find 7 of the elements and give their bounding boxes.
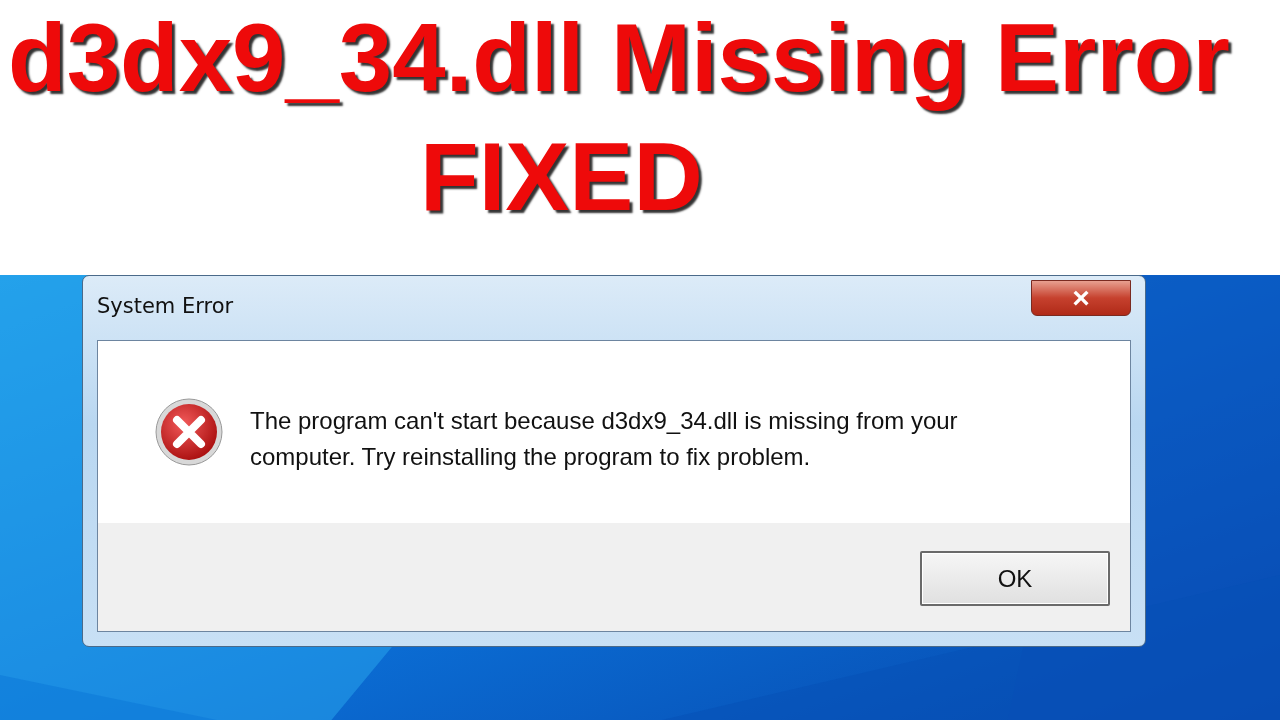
close-button[interactable]: × [1031,280,1131,316]
error-icon [154,397,224,467]
error-message: The program can't start because d3dx9_34.dll is missing from your computer. Try reinstalling the program to fix problem. [250,406,959,472]
headline: d3dx9_34.dll Missing Error [8,3,1231,113]
ok-button[interactable]: OK [920,551,1110,606]
headline: FIXED [420,122,704,233]
window-title: System Error [97,294,234,318]
